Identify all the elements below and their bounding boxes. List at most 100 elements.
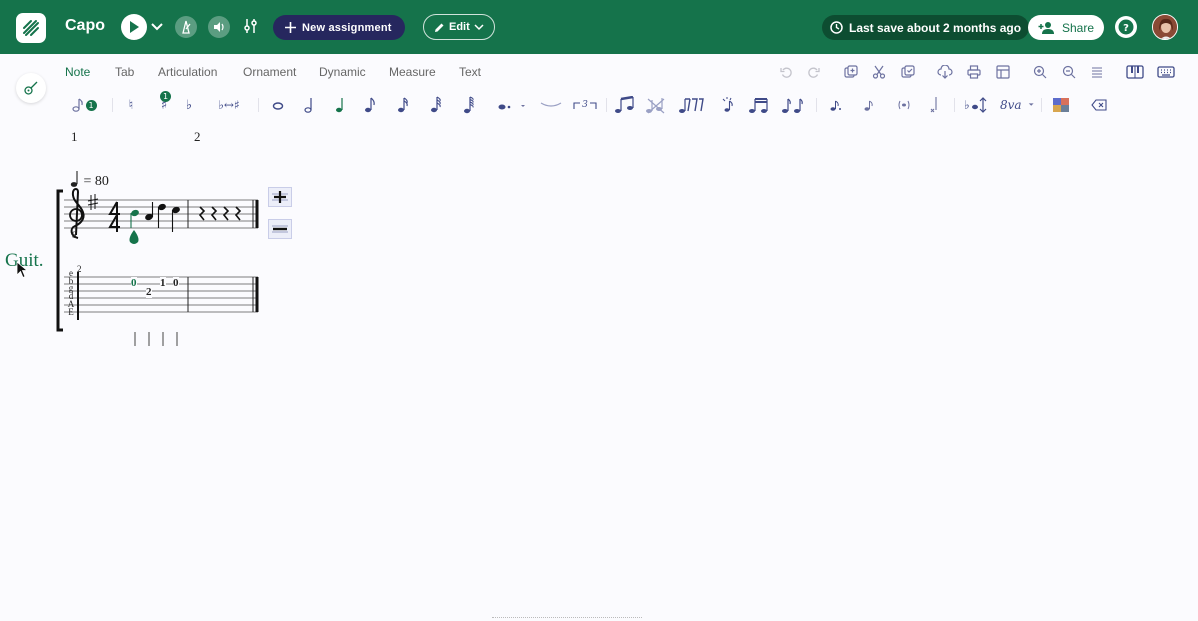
enharmonic-button[interactable]: ♭↔♯ — [212, 94, 246, 116]
plus-icon — [285, 22, 296, 33]
score-title[interactable]: Capo — [65, 17, 105, 35]
thirty-second-note-icon — [431, 96, 441, 113]
keyboard-icon[interactable] — [1157, 64, 1175, 80]
pencil-icon — [435, 23, 444, 32]
double-beam-icon — [749, 98, 768, 113]
dot-button[interactable] — [495, 94, 529, 116]
break-beam-button[interactable] — [644, 94, 666, 116]
share-button[interactable]: Share — [1028, 15, 1105, 40]
divider — [816, 98, 817, 112]
tab-fret[interactable]: 1 — [160, 277, 166, 289]
chevron-down-icon — [474, 24, 484, 31]
plus-icon — [272, 191, 288, 203]
play-icon — [130, 21, 139, 33]
chevron-down-icon — [1028, 103, 1034, 106]
minus-icon — [272, 225, 288, 233]
divider — [1041, 98, 1042, 112]
tab-string-number: 2 — [77, 264, 82, 274]
natural-button[interactable]: ♮ — [124, 94, 138, 116]
parenthesized-note-icon — [898, 100, 910, 110]
paste-icon[interactable] — [900, 64, 916, 80]
share-label: Share — [1062, 20, 1095, 35]
score-canvas[interactable]: 1 2 = 80 Guit. 8 2 e b g d A E 0 2 1 0 — [0, 120, 320, 360]
cut-icon[interactable] — [871, 64, 887, 80]
beam-notes-button[interactable] — [748, 94, 770, 116]
tie-button[interactable] — [538, 94, 564, 116]
transpose-button[interactable]: ♭ — [963, 94, 989, 116]
new-assignment-button[interactable]: New assignment — [273, 15, 405, 40]
backspace-icon — [1091, 99, 1107, 111]
add-person-icon — [1038, 22, 1054, 34]
sound-button[interactable] — [208, 16, 230, 38]
redo-icon[interactable] — [805, 64, 821, 80]
cross-beam-button[interactable] — [780, 94, 804, 116]
tab-string-names: e b g d A E — [66, 269, 76, 317]
whole-note-button[interactable] — [270, 94, 286, 116]
half-note-button[interactable] — [302, 94, 316, 116]
tab-fret[interactable]: 0 — [173, 277, 179, 289]
note-color-button[interactable] — [1052, 94, 1070, 116]
help-button[interactable]: ? — [1115, 16, 1137, 38]
delete-button[interactable] — [1090, 94, 1108, 116]
zoom-in-icon[interactable] — [1032, 64, 1048, 80]
metronome-button[interactable] — [175, 16, 197, 38]
tab-fret-selected[interactable]: 0 — [131, 277, 137, 289]
flat-button[interactable]: ♭ — [183, 94, 195, 116]
divider — [606, 98, 607, 112]
transpose-icon: ♭ — [964, 97, 987, 113]
sixty-fourth-note-icon — [464, 96, 474, 113]
voice-notes-icon — [71, 98, 83, 112]
flags-button[interactable] — [678, 94, 704, 116]
top-header: Capo New assignment Edit Last save about… — [0, 0, 1198, 54]
last-save-status[interactable]: Last save about 2 months ago — [822, 15, 1030, 40]
grace-note-icon — [722, 97, 733, 112]
acciaccatura-button[interactable] — [828, 94, 844, 116]
last-save-label: Last save about 2 months ago — [849, 20, 1022, 35]
menu-icon[interactable] — [1089, 64, 1105, 80]
add-measure-button[interactable] — [268, 187, 292, 207]
dotted-note-icon — [498, 104, 525, 110]
grace-note-button[interactable] — [720, 94, 738, 116]
sixty-fourth-note-button[interactable] — [462, 94, 476, 116]
mixer-button[interactable] — [243, 17, 259, 40]
appoggiatura-button[interactable] — [862, 94, 878, 116]
flagged-notes-icon — [679, 98, 704, 113]
tuplet-button[interactable]: 3 — [572, 94, 598, 116]
sixteenth-note-button[interactable] — [396, 94, 410, 116]
print-icon[interactable] — [966, 64, 982, 80]
new-assignment-label: New assignment — [302, 21, 392, 34]
half-note-icon — [304, 98, 312, 113]
string-name: E — [68, 306, 74, 317]
ottava-button[interactable]: 8va — [1000, 94, 1034, 116]
eighth-note-button[interactable] — [363, 94, 377, 116]
quarter-note-button[interactable] — [333, 94, 347, 116]
sixteenth-note-icon — [398, 97, 408, 113]
beam-group-button[interactable] — [614, 94, 636, 116]
tuplet-bracket-icon: 3 — [573, 100, 597, 110]
tab-fret[interactable]: 2 — [146, 286, 152, 298]
svg-text:3: 3 — [582, 100, 588, 110]
app-logo[interactable] — [16, 13, 46, 43]
quarter-note-icon — [336, 98, 343, 113]
metronome-icon — [182, 20, 191, 34]
undo-icon[interactable] — [778, 64, 794, 80]
cue-note-button[interactable] — [896, 94, 912, 116]
voice-selector-button[interactable]: 1 — [70, 94, 98, 116]
divider — [954, 98, 955, 112]
thirty-second-note-button[interactable] — [429, 94, 443, 116]
divider — [112, 98, 113, 112]
play-options-chevron-icon[interactable] — [151, 19, 163, 37]
layout-icon[interactable] — [995, 64, 1011, 80]
sharp-button[interactable]: ♯ 1 — [152, 91, 176, 116]
edit-mode-button[interactable]: Edit — [423, 14, 495, 40]
cloud-download-icon[interactable] — [937, 64, 953, 80]
zoom-out-icon[interactable] — [1061, 64, 1077, 80]
piano-icon[interactable] — [1126, 64, 1144, 80]
remove-measure-button[interactable] — [268, 219, 292, 239]
note-palette: 1 ♮ ♯ 1 ♭ ♭↔♯ 3 ♭ 8va — [0, 91, 1198, 116]
play-button[interactable] — [121, 14, 147, 40]
user-avatar[interactable] — [1152, 14, 1178, 40]
copy-icon[interactable] — [843, 64, 859, 80]
help-icon: ? — [1118, 19, 1134, 35]
ghost-note-button[interactable] — [928, 94, 942, 116]
